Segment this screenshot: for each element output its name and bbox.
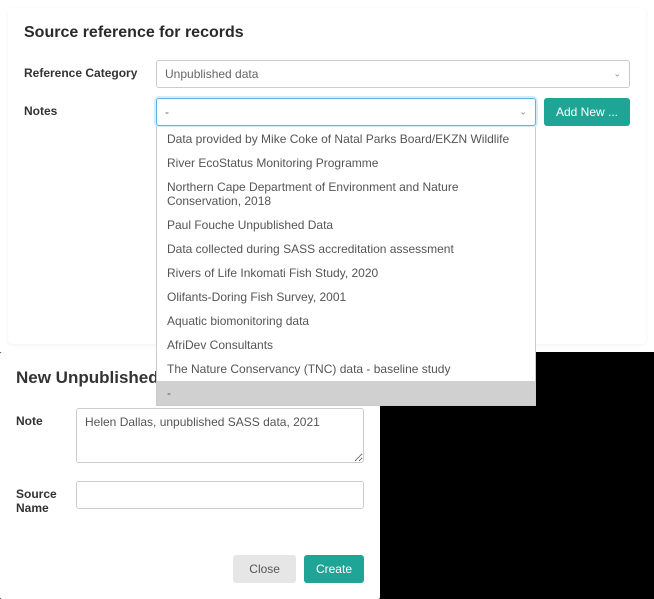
dropdown-item[interactable]: Olifants-Doring Fish Survey, 2001 xyxy=(157,285,535,309)
dropdown-item[interactable]: Aquatic biomonitoring data xyxy=(157,309,535,333)
source-label: Source Name xyxy=(16,481,76,515)
category-select[interactable]: Unpublished data ⌄ xyxy=(156,60,630,88)
add-new-button[interactable]: Add New ... xyxy=(544,98,630,126)
note-label: Note xyxy=(16,408,76,428)
dropdown-item[interactable]: AfriDev Consultants xyxy=(157,333,535,357)
category-select-value: Unpublished data xyxy=(165,67,258,81)
close-button[interactable]: Close xyxy=(233,555,296,583)
dropdown-item[interactable]: Data collected during SASS accreditation… xyxy=(157,237,535,261)
source-row: Source Name xyxy=(16,481,364,515)
note-textarea[interactable] xyxy=(76,408,364,463)
note-row: Note xyxy=(16,408,364,463)
chevron-down-icon: ⌄ xyxy=(519,107,527,118)
dropdown-item[interactable]: Paul Fouche Unpublished Data xyxy=(157,213,535,237)
notes-select-value: - xyxy=(165,105,169,119)
chevron-down-icon: ⌄ xyxy=(613,69,621,80)
panel-title: Source reference for records xyxy=(24,24,630,42)
dropdown-item[interactable]: The Nature Conservancy (TNC) data - base… xyxy=(157,357,535,381)
notes-label: Notes xyxy=(24,98,156,118)
dropdown-item[interactable]: River EcoStatus Monitoring Programme xyxy=(157,151,535,175)
source-name-input[interactable] xyxy=(76,481,364,509)
create-button[interactable]: Create xyxy=(304,555,364,583)
source-reference-panel: Source reference for records Reference C… xyxy=(8,8,646,344)
category-row: Reference Category Unpublished data ⌄ xyxy=(24,60,630,88)
notes-row: Notes - ⌄ Data provided by Mike Coke of … xyxy=(24,98,630,126)
notes-dropdown: Data provided by Mike Coke of Natal Park… xyxy=(156,127,536,406)
dropdown-item[interactable]: - xyxy=(157,381,535,405)
dropdown-item[interactable]: Northern Cape Department of Environment … xyxy=(157,175,535,213)
category-label: Reference Category xyxy=(24,60,156,80)
dropdown-item[interactable]: Data provided by Mike Coke of Natal Park… xyxy=(157,127,535,151)
dropdown-item[interactable]: Rivers of Life Inkomati Fish Study, 2020 xyxy=(157,261,535,285)
notes-select[interactable]: - ⌄ xyxy=(156,98,536,126)
modal-footer: Close Create xyxy=(16,555,364,583)
